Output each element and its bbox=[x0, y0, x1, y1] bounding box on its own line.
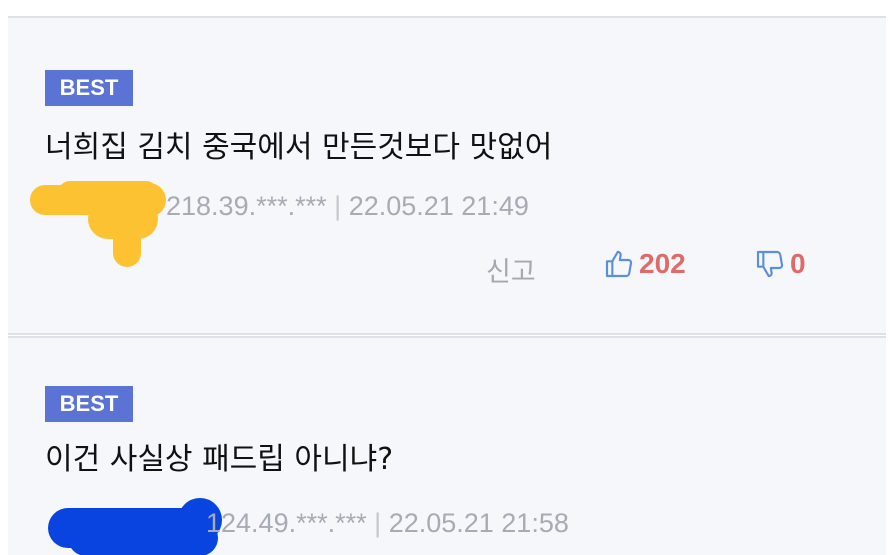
report-button[interactable]: 신고 bbox=[486, 250, 536, 289]
thumbs-down-icon bbox=[754, 248, 786, 280]
comment-item: BEST 이건 사실상 패드립 아니냐? 124.49.***.*** | 22… bbox=[8, 336, 886, 555]
best-badge: BEST bbox=[45, 70, 133, 106]
comment-meta: 218.39.***.*** | 22.05.21 21:49 bbox=[28, 181, 668, 267]
meta-separator: | bbox=[334, 191, 342, 221]
comment-actions: 신고 202 0 bbox=[8, 246, 886, 290]
comment-item: BEST 너희집 김치 중국에서 만든것보다 맛없어 218.39.***.**… bbox=[8, 16, 886, 335]
like-count: 202 bbox=[639, 248, 686, 279]
ip-address: 218.39.***.*** bbox=[166, 191, 327, 221]
timestamp: 22.05.21 21:49 bbox=[348, 191, 529, 221]
meta-separator: | bbox=[374, 508, 382, 538]
like-button[interactable]: 202 bbox=[603, 248, 686, 280]
ip-address: 124.49.***.*** bbox=[206, 508, 367, 538]
best-badge: BEST bbox=[45, 386, 133, 422]
comment-list: BEST 너희집 김치 중국에서 만든것보다 맛없어 218.39.***.**… bbox=[0, 0, 892, 555]
dislike-count: 0 bbox=[790, 248, 806, 279]
dislike-button[interactable]: 0 bbox=[754, 248, 806, 280]
timestamp: 22.05.21 21:58 bbox=[388, 508, 569, 538]
redacted-author bbox=[28, 498, 228, 555]
thumbs-up-icon bbox=[603, 248, 635, 280]
comment-text: 너희집 김치 중국에서 만든것보다 맛없어 bbox=[45, 130, 553, 165]
comment-meta: 124.49.***.*** | 22.05.21 21:58 bbox=[28, 498, 668, 555]
comment-text: 이건 사실상 패드립 아니냐? bbox=[45, 442, 394, 477]
